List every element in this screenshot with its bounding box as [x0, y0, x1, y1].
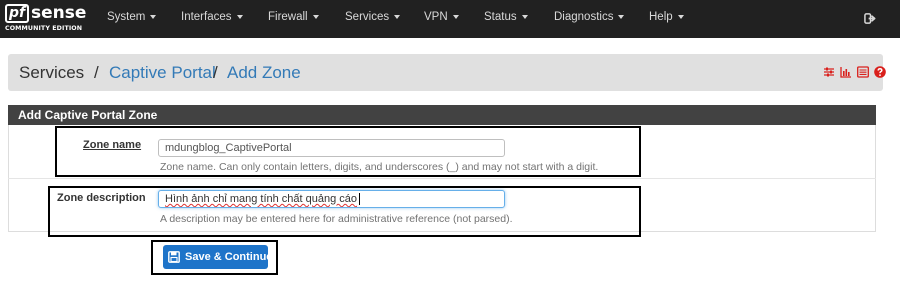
- chevron-down-icon: [394, 14, 401, 19]
- save-continue-button[interactable]: Save & Continue: [163, 245, 272, 269]
- chevron-down-icon: [452, 14, 459, 19]
- nav-firewall[interactable]: Firewall: [268, 11, 319, 23]
- chevron-down-icon: [236, 14, 243, 19]
- save-icon: [168, 251, 180, 263]
- nav-vpn-label: VPN: [424, 11, 448, 23]
- breadcrumb-captive-portal[interactable]: Captive Portal: [109, 63, 216, 83]
- breadcrumb-separator: /: [94, 63, 99, 82]
- nav-status[interactable]: Status: [484, 11, 528, 23]
- chevron-down-icon: [521, 14, 528, 19]
- chevron-down-icon: [312, 14, 319, 19]
- nav-system[interactable]: System: [107, 11, 157, 23]
- logo-edition: COMMUNITY EDITION: [5, 25, 83, 32]
- nav-firewall-label: Firewall: [268, 11, 308, 23]
- logo-wordmark: sense: [31, 3, 87, 23]
- top-navbar: pf sense COMMUNITY EDITION System Interf…: [0, 0, 900, 38]
- nav-diagnostics-label: Diagnostics: [554, 11, 614, 23]
- nav-services-label: Services: [345, 11, 390, 23]
- breadcrumb: Services / Captive Portal / Add Zone: [8, 54, 886, 91]
- nav-help-label: Help: [649, 11, 673, 23]
- save-button-label: Save & Continue: [185, 251, 273, 263]
- nav-vpn[interactable]: VPN: [424, 11, 459, 23]
- bar-chart-icon[interactable]: [840, 66, 852, 78]
- breadcrumb-separator: /: [213, 63, 218, 82]
- question-circle-icon[interactable]: [874, 66, 886, 78]
- sliders-icon[interactable]: [823, 66, 835, 78]
- nav-diagnostics[interactable]: Diagnostics: [554, 11, 625, 23]
- panel-title: Add Captive Portal Zone: [8, 105, 876, 125]
- nav-status-label: Status: [484, 11, 517, 23]
- breadcrumb-add-zone[interactable]: Add Zone: [227, 63, 301, 83]
- chevron-down-icon: [677, 14, 684, 19]
- highlight-box-zone-description: [48, 186, 641, 237]
- nav-system-label: System: [107, 11, 146, 23]
- nav-help[interactable]: Help: [649, 11, 684, 23]
- list-icon[interactable]: [857, 66, 869, 78]
- nav-services[interactable]: Services: [345, 11, 401, 23]
- chevron-down-icon: [150, 14, 157, 19]
- pfsense-logo[interactable]: pf sense COMMUNITY EDITION: [5, 3, 87, 35]
- logo-pf-mark: pf: [5, 4, 29, 23]
- breadcrumb-services: Services: [19, 63, 85, 82]
- nav-interfaces-label: Interfaces: [181, 11, 232, 23]
- chevron-down-icon: [618, 14, 625, 19]
- highlight-box-zone-name: [55, 126, 641, 177]
- row-divider: [8, 178, 876, 179]
- logout-icon[interactable]: [864, 12, 877, 25]
- nav-interfaces[interactable]: Interfaces: [181, 11, 243, 23]
